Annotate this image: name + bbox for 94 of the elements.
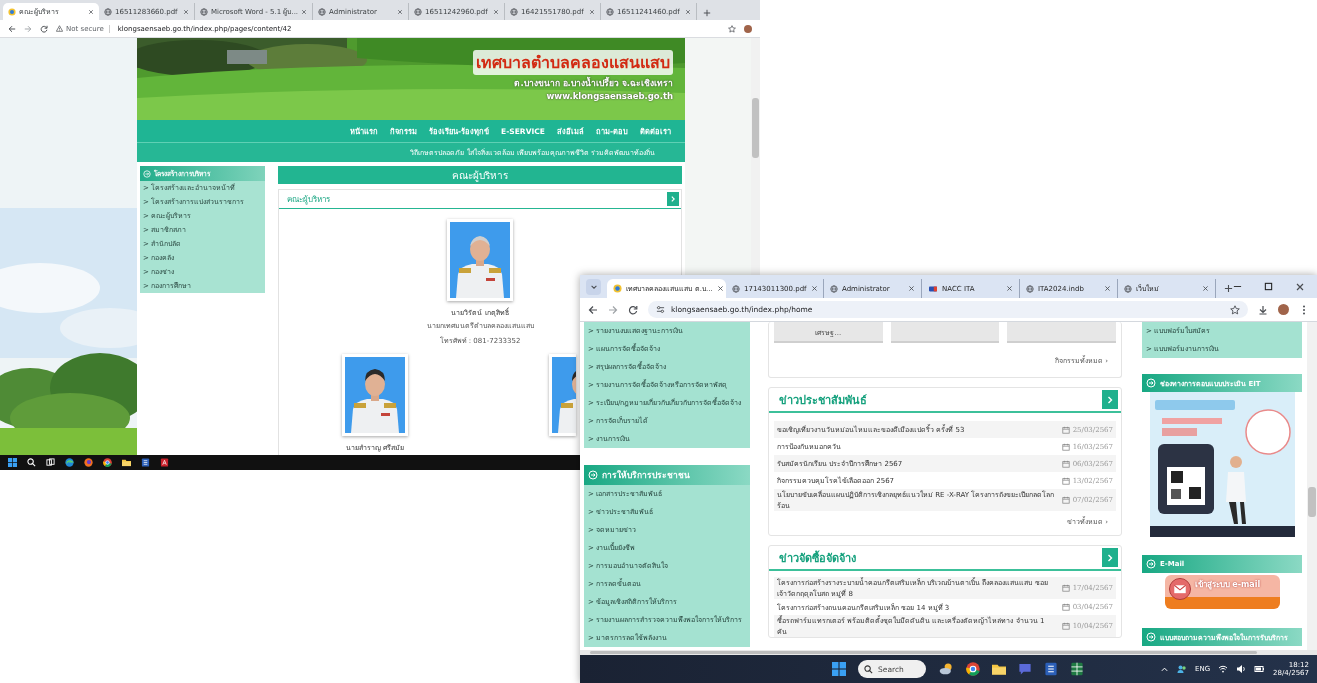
- wifi-icon[interactable]: [1218, 664, 1229, 674]
- globe-icon: [606, 7, 615, 16]
- task-view-icon[interactable]: [46, 458, 55, 467]
- folder-icon[interactable]: [992, 662, 1006, 676]
- search-icon: [864, 664, 873, 674]
- close-icon[interactable]: [1202, 285, 1209, 292]
- calendar-icon: [1061, 584, 1070, 592]
- more-button[interactable]: [1102, 390, 1118, 409]
- close-icon[interactable]: [88, 8, 94, 15]
- browser-icon[interactable]: [65, 458, 74, 467]
- site-title: เทศบาลตำบลคลองแสนแสบ: [473, 50, 673, 75]
- battery-icon[interactable]: [1254, 664, 1266, 674]
- arrow-circle-icon: [1146, 632, 1156, 642]
- globe-icon: [732, 284, 740, 293]
- close-icon[interactable]: [908, 285, 915, 292]
- start-icon[interactable]: [8, 458, 17, 467]
- download-icon[interactable]: [1258, 304, 1268, 315]
- close-icon[interactable]: [716, 285, 724, 292]
- browser-icon[interactable]: [966, 662, 980, 676]
- speaker-icon[interactable]: [1236, 664, 1247, 674]
- spreadsheet-icon[interactable]: [1070, 662, 1084, 676]
- globe-icon: [200, 7, 208, 16]
- chevron-right-icon: [1105, 552, 1115, 563]
- site-logo-icon: [613, 284, 623, 293]
- chat-icon[interactable]: [1018, 662, 1032, 676]
- arrow-circle-icon: [588, 470, 598, 480]
- chevron-down-icon: [589, 283, 598, 291]
- close-icon[interactable]: [397, 8, 404, 15]
- avatar-icon[interactable]: [744, 24, 752, 33]
- calendar-icon: [1061, 622, 1070, 630]
- close-icon[interactable]: [1006, 285, 1013, 292]
- globe-icon: [830, 284, 838, 293]
- globe-icon: [414, 7, 423, 16]
- start-icon[interactable]: [832, 662, 846, 676]
- globe-icon: [104, 7, 112, 16]
- new-tab-icon[interactable]: [1224, 284, 1233, 293]
- people-icon[interactable]: [1177, 664, 1187, 674]
- calendar-icon: [1061, 459, 1070, 468]
- reload-icon[interactable]: [628, 304, 638, 315]
- browser-icon[interactable]: [84, 458, 93, 467]
- page-title: คณะผู้บริหาร: [278, 166, 682, 184]
- arrow-circle-icon: [1146, 378, 1156, 388]
- new-tab-icon[interactable]: [703, 9, 712, 17]
- maximize-icon[interactable]: [1264, 281, 1273, 291]
- more-button[interactable]: [1102, 548, 1118, 567]
- back-icon[interactable]: [8, 24, 16, 33]
- close-icon[interactable]: [183, 8, 189, 15]
- close-icon[interactable]: [1104, 285, 1111, 292]
- calendar-icon: [1061, 603, 1070, 611]
- arrow-circle-icon: [1146, 559, 1156, 569]
- globe-icon: [1026, 284, 1034, 293]
- reload-icon[interactable]: [40, 24, 48, 33]
- browser-icon[interactable]: [103, 458, 112, 467]
- search-icon[interactable]: [27, 458, 36, 467]
- back-icon[interactable]: [588, 304, 598, 315]
- star-icon[interactable]: [1230, 304, 1240, 315]
- close-icon[interactable]: [1295, 281, 1305, 292]
- pdf-icon[interactable]: [160, 458, 169, 467]
- calendar-icon: [1061, 476, 1070, 485]
- globe-icon: [1124, 284, 1132, 293]
- weather-icon[interactable]: [938, 662, 954, 676]
- calendar-icon: [1061, 425, 1070, 434]
- arrow-circle-icon: [143, 169, 151, 178]
- chevron-right-icon: [1105, 394, 1115, 405]
- site-logo-icon: [928, 284, 938, 293]
- scrollbar[interactable]: [751, 38, 760, 275]
- panel-title: ข่าวจัดซื้อจัดจ้าง: [779, 549, 856, 567]
- document-icon[interactable]: [141, 458, 150, 467]
- close-icon[interactable]: [810, 285, 818, 292]
- tab-search-button[interactable]: [586, 279, 602, 295]
- folder-icon[interactable]: [122, 458, 131, 467]
- globe-icon: [510, 7, 519, 16]
- scrollbar[interactable]: [580, 650, 1317, 655]
- warning-icon: [56, 25, 63, 32]
- section-title: การให้บริการประชาชน: [602, 469, 690, 482]
- envelope-icon: [1168, 578, 1191, 600]
- globe-icon: [318, 7, 327, 16]
- site-logo-icon: [8, 7, 16, 16]
- document-icon[interactable]: [1044, 662, 1058, 676]
- chevron-right-icon: [669, 195, 677, 203]
- close-icon[interactable]: [493, 8, 500, 15]
- panel-title: คณะผู้บริหาร: [287, 193, 330, 206]
- panel-title: ข่าวประชาสัมพันธ์: [779, 392, 867, 409]
- close-icon[interactable]: [685, 8, 692, 15]
- close-icon[interactable]: [589, 8, 596, 15]
- calendar-icon: [1061, 442, 1070, 451]
- avatar-icon[interactable]: [1278, 304, 1289, 315]
- close-icon[interactable]: [301, 8, 308, 15]
- star-icon[interactable]: [728, 24, 736, 33]
- site-subtitle: ต.บางขนาก อ.บางน้ำเปรี้ยว จ.ฉะเชิงเทรา: [514, 76, 673, 90]
- calendar-icon: [1061, 496, 1070, 504]
- scrollbar[interactable]: [1307, 322, 1317, 650]
- site-url: www.klongsaensaeb.go.th: [546, 91, 673, 101]
- site-settings-icon[interactable]: [656, 305, 665, 314]
